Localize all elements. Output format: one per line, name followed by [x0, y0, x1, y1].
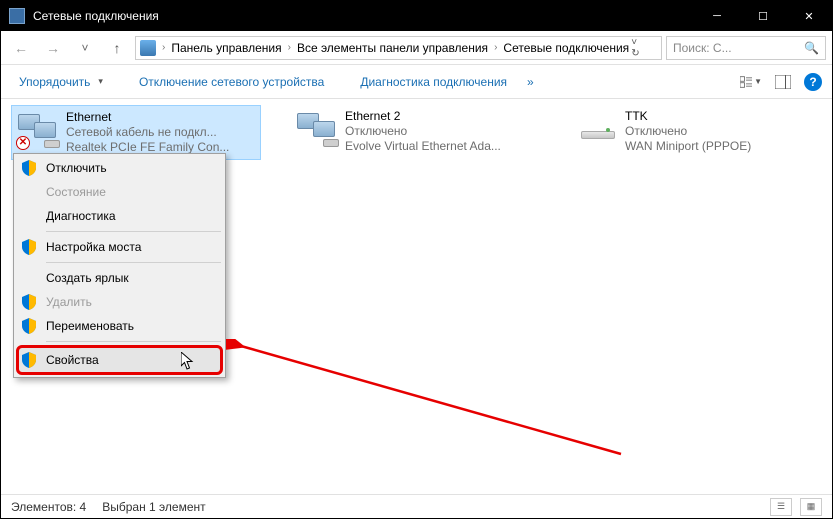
shield-icon — [22, 160, 36, 176]
menu-separator — [46, 262, 221, 263]
shield-icon — [22, 352, 36, 368]
control-panel-icon — [140, 40, 156, 56]
search-icon: 🔍 — [804, 41, 819, 55]
search-input[interactable]: Поиск: С... 🔍 — [666, 36, 826, 60]
content-area[interactable]: ✕ Ethernet Сетевой кабель не подкл... Re… — [1, 99, 832, 494]
toolbar: Упорядочить Отключение сетевого устройст… — [1, 65, 832, 99]
view-details-button[interactable]: ☰ — [770, 498, 792, 516]
close-button[interactable]: ✕ — [786, 1, 832, 31]
connection-device: Evolve Virtual Ethernet Ada... — [345, 139, 501, 154]
help-button[interactable]: ? — [804, 73, 822, 91]
network-adapter-icon — [295, 109, 339, 149]
breadcrumb[interactable]: › Панель управления › Все элементы панел… — [135, 36, 662, 60]
breadcrumb-leaf[interactable]: Сетевые подключения — [503, 41, 629, 55]
titlebar: Сетевые подключения ─ ☐ ✕ — [1, 1, 832, 31]
connection-ethernet[interactable]: ✕ Ethernet Сетевой кабель не подкл... Re… — [11, 105, 261, 160]
breadcrumb-mid[interactable]: Все элементы панели управления — [297, 41, 488, 55]
chevron-right-icon: › — [158, 42, 169, 53]
context-menu: Отключить Состояние Диагностика Настройк… — [13, 153, 226, 378]
window: Сетевые подключения ─ ☐ ✕ ← → ˅ ↑ › Пане… — [0, 0, 833, 519]
connection-ttk[interactable]: TTK Отключено WAN Miniport (PPPOE) — [571, 105, 821, 158]
window-title: Сетевые подключения — [33, 9, 694, 23]
chevron-right-icon: › — [284, 42, 295, 53]
shield-icon — [22, 239, 36, 255]
ctx-diagnose[interactable]: Диагностика — [16, 204, 223, 228]
toolbar-overflow-button[interactable]: » — [519, 71, 542, 93]
annotation-arrow — [226, 339, 626, 459]
organize-button[interactable]: Упорядочить — [11, 71, 111, 93]
ctx-rename[interactable]: Переименовать — [16, 314, 223, 338]
back-button[interactable]: ← — [7, 35, 35, 61]
disable-device-button[interactable]: Отключение сетевого устройства — [131, 71, 332, 93]
forward-button: → — [39, 35, 67, 61]
chevron-right-icon: › — [490, 42, 501, 53]
up-button[interactable]: ↑ — [103, 35, 131, 61]
breadcrumb-root[interactable]: Панель управления — [171, 41, 281, 55]
shield-icon — [22, 294, 36, 310]
connection-status: Отключено — [345, 124, 501, 139]
connection-ethernet-2[interactable]: Ethernet 2 Отключено Evolve Virtual Ethe… — [291, 105, 541, 158]
ctx-bridge[interactable]: Настройка моста — [16, 235, 223, 259]
ctx-properties[interactable]: Свойства — [16, 345, 223, 375]
modem-icon — [575, 109, 619, 149]
status-bar: Элементов: 4 Выбран 1 элемент ☰ ▦ — [1, 494, 832, 518]
connection-status: Отключено — [625, 124, 751, 139]
app-icon — [9, 8, 25, 24]
connection-name: Ethernet — [66, 110, 229, 125]
connection-device: WAN Miniport (PPPOE) — [625, 139, 751, 154]
ctx-shortcut[interactable]: Создать ярлык — [16, 266, 223, 290]
connection-name: Ethernet 2 — [345, 109, 501, 124]
address-bar: ← → ˅ ↑ › Панель управления › Все элемен… — [1, 31, 832, 65]
maximize-button[interactable]: ☐ — [740, 1, 786, 31]
view-options-button[interactable]: ▼ — [740, 71, 762, 93]
ctx-status: Состояние — [16, 180, 223, 204]
connection-status: Сетевой кабель не подкл... — [66, 125, 229, 140]
diagnose-button[interactable]: Диагностика подключения — [352, 71, 515, 93]
search-placeholder: Поиск: С... — [673, 41, 732, 55]
error-badge-icon: ✕ — [16, 136, 30, 150]
ctx-delete: Удалить — [16, 290, 223, 314]
recent-dropdown[interactable]: ˅ — [71, 35, 99, 61]
address-dropdown[interactable]: ˅ ↻ — [631, 37, 657, 59]
menu-separator — [46, 341, 221, 342]
shield-icon — [22, 318, 36, 334]
network-adapter-icon: ✕ — [16, 110, 60, 150]
status-selected-count: Выбран 1 элемент — [102, 500, 205, 514]
menu-separator — [46, 231, 221, 232]
status-item-count: Элементов: 4 — [11, 500, 86, 514]
cursor-icon — [181, 352, 195, 373]
minimize-button[interactable]: ─ — [694, 1, 740, 31]
view-large-icons-button[interactable]: ▦ — [800, 498, 822, 516]
ctx-disable[interactable]: Отключить — [16, 156, 223, 180]
connection-name: TTK — [625, 109, 751, 124]
preview-pane-button[interactable] — [772, 71, 794, 93]
